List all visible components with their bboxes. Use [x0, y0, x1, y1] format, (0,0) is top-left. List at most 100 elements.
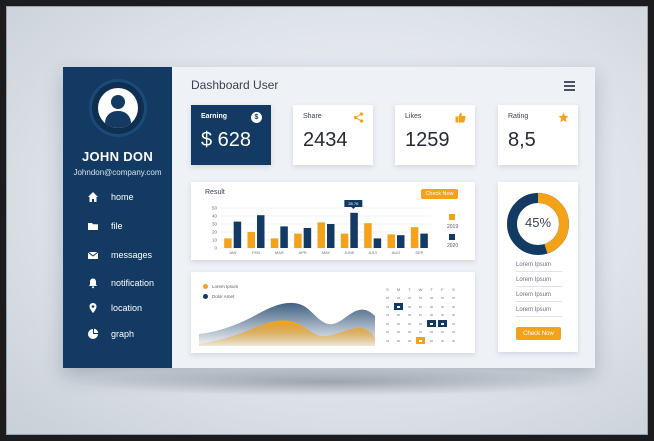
calendar-day[interactable] [427, 295, 436, 302]
calendar-day[interactable] [416, 320, 425, 327]
calendar-day[interactable] [405, 337, 414, 344]
share-card[interactable]: Share 2434 [293, 105, 373, 165]
calendar-day[interactable] [427, 320, 436, 327]
sidebar-item-home[interactable]: home [87, 190, 167, 204]
hamburger-menu-icon[interactable] [564, 81, 575, 91]
calendar-day[interactable] [427, 303, 436, 310]
calendar-day[interactable] [438, 295, 447, 302]
likes-card[interactable]: Likes 1259 [395, 105, 475, 165]
calendar-day[interactable] [416, 312, 425, 319]
calendar-day[interactable] [427, 329, 436, 336]
bar-2019-APR[interactable] [294, 233, 302, 248]
result-check-now-button[interactable]: Check Now [421, 189, 458, 199]
bar-2019-JULY[interactable] [364, 223, 372, 248]
calendar-day[interactable] [394, 303, 403, 310]
bell-icon [87, 277, 99, 289]
bar-2020-JULY[interactable] [373, 238, 382, 248]
bar-2020-MAR[interactable] [280, 226, 288, 248]
likes-label: Likes [405, 113, 422, 120]
calendar-day[interactable] [438, 303, 447, 310]
dollar-icon: $ [251, 112, 262, 123]
envelope-icon [87, 249, 99, 261]
lorem-item-3: Lorem Ipsum [516, 292, 562, 302]
y-tick-label: 50 [212, 206, 218, 211]
calendar-day[interactable] [438, 337, 447, 344]
bar-2019-AUG[interactable] [387, 234, 396, 248]
calendar-day[interactable] [449, 320, 458, 327]
bar-2020-SEP[interactable] [420, 233, 428, 248]
calendar-day[interactable] [449, 337, 458, 344]
progress-card: 45% Lorem Ipsum Lorem Ipsum Lorem Ipsum … [498, 182, 578, 352]
calendar-day[interactable] [405, 303, 414, 310]
bar-2020-AUG[interactable] [397, 235, 405, 248]
bar-2019-MAY[interactable] [317, 222, 326, 248]
calendar-day[interactable] [394, 295, 403, 302]
sidebar-item-notification[interactable]: notification [87, 276, 167, 290]
page-title: Dashboard User [191, 78, 279, 92]
bar-2019-MAR[interactable] [270, 238, 279, 248]
bar-2020-FEB[interactable] [257, 215, 265, 248]
calendar-day[interactable] [394, 312, 403, 319]
calendar-day[interactable] [394, 320, 403, 327]
bar-2020-APR[interactable] [303, 228, 312, 248]
rating-card[interactable]: Rating 8,5 [498, 105, 578, 165]
calendar-day[interactable] [438, 329, 447, 336]
sidebar-item-messages[interactable]: messages [87, 248, 167, 262]
calendar-day[interactable] [405, 312, 414, 319]
calendar-day[interactable] [416, 337, 425, 344]
calendar-day[interactable] [438, 320, 447, 327]
lorem-item-2: Lorem Ipsum [516, 277, 562, 287]
calendar-day[interactable] [383, 295, 392, 302]
calendar-day[interactable] [449, 312, 458, 319]
calendar-day[interactable] [405, 295, 414, 302]
calendar-day[interactable] [449, 303, 458, 310]
calendar-day[interactable] [405, 329, 414, 336]
bar-2019-JAN[interactable] [224, 238, 232, 248]
bar-2019-FEB[interactable] [247, 232, 256, 248]
x-tick-label: JULY [368, 250, 378, 255]
calendar-day[interactable] [416, 329, 425, 336]
bar-2020-JAN[interactable] [233, 221, 242, 248]
wave-legend-dot-1 [203, 284, 208, 289]
share-icon [353, 112, 364, 123]
calendar-day[interactable] [449, 329, 458, 336]
calendar-day[interactable] [449, 295, 458, 302]
calendar-day[interactable] [383, 320, 392, 327]
sidebar-item-file[interactable]: file [87, 219, 167, 233]
calendar-day[interactable] [383, 312, 392, 319]
y-tick-label: 0 [214, 246, 217, 251]
pie-chart-icon [87, 328, 99, 340]
bar-2019-JUNE[interactable] [340, 233, 349, 248]
rating-label: Rating [508, 113, 529, 120]
sidebar-item-graph[interactable]: graph [87, 327, 167, 341]
calendar-day[interactable] [394, 337, 403, 344]
calendar-day[interactable] [427, 312, 436, 319]
sidebar-item-location[interactable]: location [87, 301, 167, 315]
calendar-weekday: W [418, 287, 423, 292]
wave-calendar-card: Lorem Ipsum Dolor Amet SMTWTFS [191, 272, 475, 353]
calendar-day[interactable] [383, 329, 392, 336]
mini-calendar: SMTWTFS [383, 286, 463, 344]
sidebar-item-label: location [111, 303, 143, 313]
bar-2020-MAY[interactable] [327, 224, 335, 248]
avatar[interactable] [92, 82, 144, 134]
calendar-day[interactable] [394, 329, 403, 336]
calendar-day[interactable] [416, 295, 425, 302]
calendar-day[interactable] [405, 320, 414, 327]
calendar-day[interactable] [416, 303, 425, 310]
donut-check-now-button[interactable]: Check Now [516, 327, 561, 340]
earning-card[interactable]: Earning $ $ 628 [191, 105, 271, 165]
legend-2020-swatch [449, 234, 455, 240]
bar-2020-JUNE[interactable] [350, 212, 358, 248]
calendar-day[interactable] [383, 303, 392, 310]
calendar-day[interactable] [427, 337, 436, 344]
legend-2019-swatch [449, 214, 455, 220]
result-bar-chart: 0 10 20 30 40 50 JAN FEB MAR APR MAY JUNE JULY AUG SEP… [212, 200, 431, 255]
calendar-day[interactable] [383, 337, 392, 344]
calendar-day[interactable] [438, 312, 447, 319]
wave-area-chart [199, 302, 375, 346]
home-icon [87, 191, 99, 203]
calendar-weekday: S [452, 287, 455, 292]
bar-2019-SEP[interactable] [410, 227, 419, 248]
folder-icon [87, 220, 99, 232]
